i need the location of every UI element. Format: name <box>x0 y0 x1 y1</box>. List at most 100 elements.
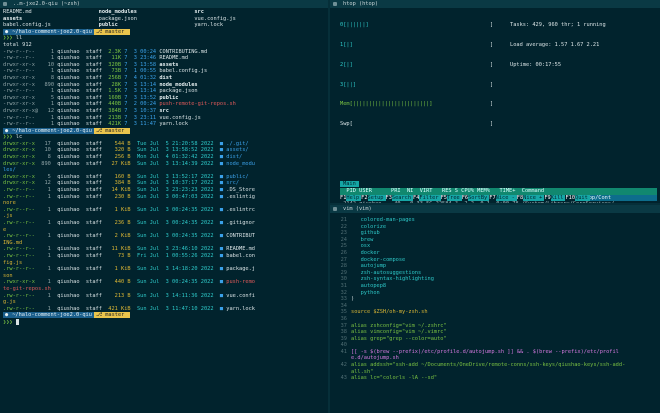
left-terminal-output: README.md node_modules src assets packag… <box>0 8 328 327</box>
vim-titlebar: vim (vim) <box>330 205 660 213</box>
date: 7 3 23:46 <box>124 55 160 62</box>
terminal-line: .rw-r--r-- 1 qiushao staff 421 KiB Sun J… <box>3 306 325 313</box>
load-text: Load average: 1.57 1.67 2.21 <box>510 41 600 48</box>
fkey-f7[interactable]: F7 <box>489 195 496 202</box>
links: 8 <box>38 154 58 161</box>
links: 8 <box>41 74 58 81</box>
file-name: babel.config.js <box>3 22 99 29</box>
terminal-line: -rw-r--r-- 1 qiushao staff 421K 7 3 11:4… <box>3 121 325 128</box>
date: 7 3 13:14 <box>124 88 160 95</box>
fkey-label[interactable]: Setup <box>367 195 386 202</box>
fkey-label[interactable]: Nice - <box>495 195 517 202</box>
date: Tue Jul 5 21:20:58 2022 <box>136 140 220 147</box>
line-number: 21 <box>340 217 347 223</box>
terminal-line: .rw-r--r-- 1 qiushao staff 1 KiB Sun Jul… <box>3 266 325 273</box>
links: 890 <box>38 160 58 167</box>
fkey-label[interactable]: Kill <box>550 195 566 202</box>
fkey-f3[interactable]: F3 <box>385 195 392 202</box>
vim-line: 30 zsh-syntax-highlighting <box>333 276 657 283</box>
size: 440 B <box>108 279 137 286</box>
size: 440B <box>105 101 125 108</box>
file-name-wrap: fig.js <box>3 259 23 266</box>
links: 17 <box>38 140 58 147</box>
user: qiushao staff <box>57 305 109 312</box>
htop-function-keys[interactable]: F1Help F2Setup F3Search F4Filter F5Tree F6Sor… <box>340 195 658 202</box>
fkey-f5[interactable]: F5 <box>440 195 447 202</box>
file-name: babel.con <box>226 252 255 259</box>
fkey-label[interactable]: Search <box>391 195 414 202</box>
file-name: ./.git/ <box>226 140 249 147</box>
size: 384B <box>105 107 125 114</box>
terminal-line: e <box>3 227 325 234</box>
terminal-line: ❯❯❯ <box>3 318 325 326</box>
perm: .rw-r--r-- <box>3 233 39 240</box>
file-name: src/ <box>226 180 240 187</box>
terminal-line: -rw-r--r-- 1 qiushao staff 2.3K 7 3 00:2… <box>3 49 325 56</box>
vim-line: 42 alias addssh="ssh-add ~/Documents/OneD… <box>333 362 657 369</box>
cpu-meter-0: 0[||||||] <box>340 22 369 29</box>
line-number: 41 <box>340 348 347 355</box>
fkey-label[interactable]: Filter <box>419 195 441 202</box>
fkey-label[interactable]: Help <box>346 195 362 202</box>
size: 73 B <box>108 252 137 259</box>
fkey-label[interactable]: Quit <box>575 195 590 202</box>
file-name-wrap: son <box>3 272 13 279</box>
file-name: yarn.lock <box>159 121 189 128</box>
fkey-f2[interactable]: F2 <box>361 195 368 202</box>
left-terminal-pane[interactable]: ..m-jxe2.0-qiu (~zsh) README.md node_mod… <box>0 0 328 413</box>
size: 11K <box>105 55 125 62</box>
file-name: public/ <box>226 173 249 180</box>
terminal-line: .rw-r--r-- 1 qiushao staff 236 B Sun Jul… <box>3 220 325 227</box>
vim-buffer[interactable]: 21 colored-man-pages 22 colorize 23 github… <box>330 213 660 383</box>
file-name: vue.config.js <box>159 114 201 121</box>
user: qiushao staff <box>57 107 106 114</box>
date: Mon Jul 4 01:32:42 2022 <box>136 154 220 161</box>
user: qiushao staff <box>57 220 109 226</box>
vim-line: 25 osx <box>333 243 657 250</box>
date: 7 3 10:37 <box>124 107 160 114</box>
terminal-line: -rwxr-xr-x 1 qiushao staff 440B 7 2 00:2… <box>3 101 325 108</box>
date: Sun Jul 3 13:52:17 2022 <box>136 173 220 180</box>
htop-pane[interactable]: htop (htop) 0[||||||]] Tasks: 429, 960 th… <box>330 0 660 203</box>
file-name: package.json <box>98 15 195 22</box>
terminal-line: ● ~/halo-comment-joe2.0-qiu ⎇ master <box>3 312 325 319</box>
vim-line-text: python <box>351 289 380 296</box>
swap-meter: Swp[ <box>340 121 353 128</box>
links: 1 <box>38 266 58 273</box>
links: 1 <box>38 305 58 312</box>
htop-table-header[interactable]: PID USER PRI NI VIRT RES S CPU% MEM% TIM… <box>340 188 657 195</box>
file-name: README.md <box>159 55 189 62</box>
file-name: src <box>194 9 291 15</box>
perm: .rw-r--r-- <box>3 187 39 194</box>
fkey-f10[interactable]: F10 <box>565 195 576 202</box>
fkey-f9[interactable]: F9 <box>544 195 551 202</box>
file-name: assets <box>159 61 179 68</box>
terminal-cursor[interactable] <box>15 318 19 325</box>
line-number: 39 <box>340 335 347 342</box>
prompt-dir: ~/halo-comment-joe2.0-qiu <box>10 127 94 134</box>
date: Sun Jul 3 13:14:39 2022 <box>136 160 220 167</box>
perm: -rw-r--r-- <box>3 48 42 55</box>
vim-line-text: alias addssh="ssh-add ~/Documents/OneDri… <box>351 362 626 369</box>
fkey-label[interactable]: Nice + <box>523 195 545 202</box>
line-number: 43 <box>340 375 347 382</box>
vim-line: 29 zsh-autosuggestions <box>333 270 657 277</box>
htop-tab-main[interactable]: Main <box>340 181 359 188</box>
vim-line: 23 github <box>333 230 657 237</box>
line-number: 22 <box>340 223 347 230</box>
vim-pane[interactable]: vim (vim) 21 colored-man-pages 22 coloriz… <box>330 205 660 413</box>
perm: drwxr-xr-x <box>3 94 42 101</box>
date: Sun Jul 3 14:11:36 2022 <box>136 292 220 299</box>
vim-line: 21 colored-man-pages <box>333 217 657 224</box>
vim-line: 38 alias vimconfig="vim ~/.vimrc" <box>333 329 657 336</box>
vim-line: 39 alias grep="grep --color=auto" <box>333 336 657 343</box>
user: qiushao staff <box>57 94 106 101</box>
vim-line: 43 alias lc="colorls -lA --sd" <box>333 375 657 382</box>
prompt-arrow: ❯❯❯ <box>3 319 16 326</box>
line-number: 27 <box>340 256 347 263</box>
links: 5 <box>41 94 58 101</box>
fkey-label[interactable]: Tree <box>446 195 462 202</box>
date: Sun Jul 3 00:24:35 2022 <box>136 206 220 213</box>
fkey-label[interactable]: SortBy <box>468 195 490 202</box>
size: 421K <box>105 121 125 128</box>
